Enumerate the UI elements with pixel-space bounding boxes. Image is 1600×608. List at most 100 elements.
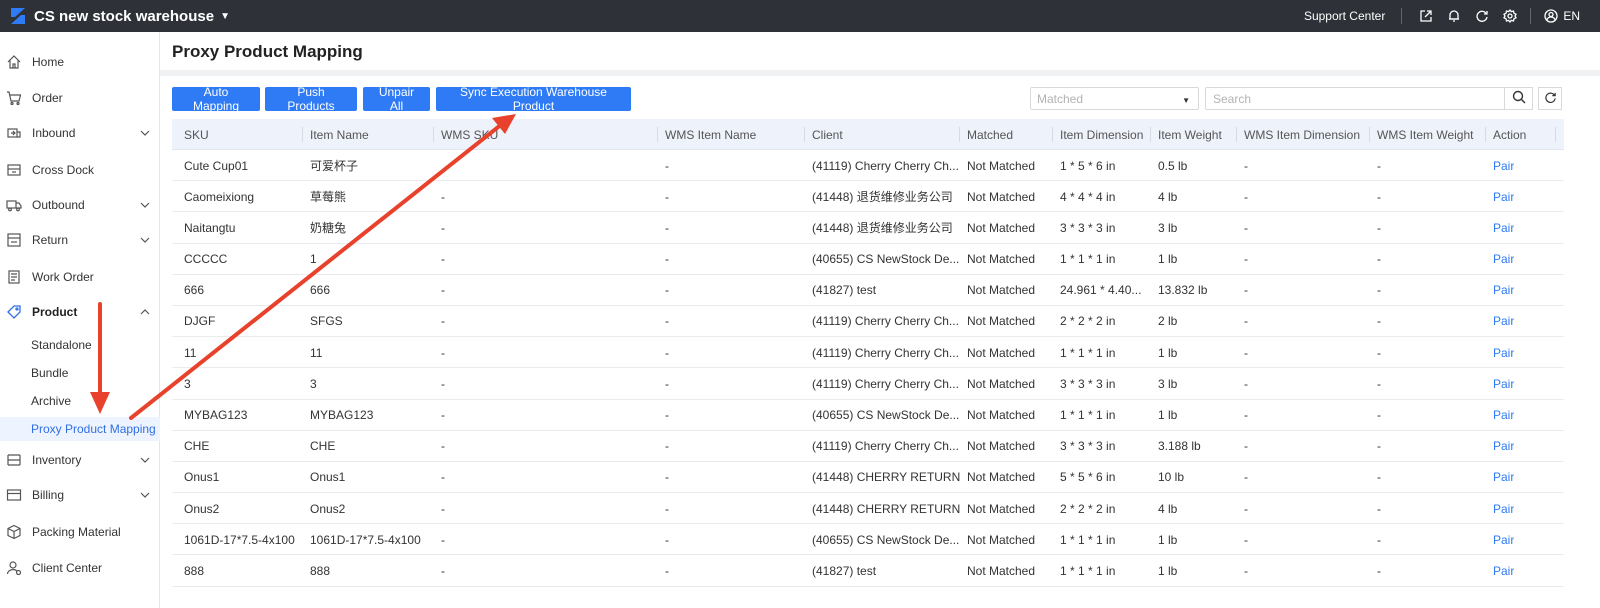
- pair-link[interactable]: Pair: [1493, 431, 1514, 462]
- tag-icon: [5, 303, 23, 321]
- sidebar-item-order[interactable]: Order: [0, 83, 160, 113]
- pair-link[interactable]: Pair: [1493, 244, 1514, 275]
- return-icon: [5, 231, 23, 249]
- table-cell: -: [1377, 314, 1381, 329]
- pair-link[interactable]: Pair: [1493, 368, 1514, 399]
- table-cell: -: [441, 252, 445, 267]
- sidebar-item-home[interactable]: Home: [0, 47, 160, 77]
- table-cell: -: [1377, 501, 1381, 516]
- pair-link[interactable]: Pair: [1493, 150, 1514, 181]
- warehouse-selector[interactable]: CS new stock warehouse ▼: [34, 8, 230, 25]
- table-cell: 1 * 1 * 1 in: [1060, 532, 1116, 547]
- pair-link[interactable]: Pair: [1493, 181, 1514, 212]
- pair-link[interactable]: Pair: [1493, 462, 1514, 493]
- table-cell: 1 lb: [1158, 345, 1178, 360]
- table-cell: 1 lb: [1158, 532, 1178, 547]
- sidebar-sub-label: Bundle: [31, 366, 69, 380]
- push-products-button[interactable]: Push Products: [265, 85, 357, 113]
- sidebar-item-work-order[interactable]: Work Order: [0, 262, 160, 292]
- table-cell: -: [665, 283, 669, 298]
- column-header: Client: [812, 127, 843, 142]
- pair-link[interactable]: Pair: [1493, 493, 1514, 524]
- pair-link[interactable]: Pair: [1493, 275, 1514, 306]
- table-cell: Not Matched: [967, 283, 1036, 298]
- table-cell: DJGF: [184, 314, 216, 329]
- table-cell: 4 lb: [1158, 189, 1178, 204]
- pair-link[interactable]: Pair: [1493, 524, 1514, 555]
- logo-icon[interactable]: [6, 4, 30, 28]
- search-button[interactable]: [1504, 87, 1533, 110]
- sidebar-sub-proxy-product-mapping[interactable]: Proxy Product Mapping: [0, 417, 160, 441]
- table-cell: Not Matched: [967, 532, 1036, 547]
- table-cell: -: [665, 470, 669, 485]
- table-cell: 3 * 3 * 3 in: [1060, 220, 1116, 235]
- sidebar-sub-standalone[interactable]: Standalone: [0, 333, 160, 357]
- table-cell: -: [441, 408, 445, 422]
- table-cell: (41448) 退货维修业务公司: [812, 221, 953, 236]
- sidebar-item-packing-material[interactable]: Packing Material: [0, 517, 160, 547]
- table-cell: Onus2: [184, 501, 220, 516]
- pair-link[interactable]: Pair: [1493, 555, 1514, 586]
- table-row: MYBAG123 MYBAG123 - - (40655) CS NewStock De…: [172, 400, 1564, 431]
- share-icon[interactable]: [1418, 8, 1434, 24]
- settings-icon[interactable]: [1502, 8, 1518, 24]
- table-cell: 11: [184, 345, 197, 360]
- sidebar-item-inbound[interactable]: Inbound: [0, 118, 160, 148]
- table-cell: 1 * 1 * 1 in: [1060, 345, 1116, 360]
- auto-mapping-button[interactable]: Auto Mapping: [172, 85, 260, 113]
- table-cell: -: [1244, 376, 1248, 391]
- sidebar-item-inventory[interactable]: Inventory: [0, 445, 160, 475]
- table-cell: SFGS: [310, 314, 343, 329]
- main-content: Proxy Product Mapping Auto Mapping Push …: [160, 32, 1600, 608]
- title-divider: [160, 70, 1600, 76]
- column-divider: [1150, 127, 1151, 142]
- pair-link[interactable]: Pair: [1493, 212, 1514, 243]
- table-cell: -: [665, 563, 669, 578]
- sidebar-item-label: Cross Dock: [32, 163, 95, 177]
- table-cell: 2 * 2 * 2 in: [1060, 501, 1116, 516]
- table-cell: 3 * 3 * 3 in: [1060, 439, 1116, 454]
- sidebar-item-cross-dock[interactable]: Cross Dock: [0, 155, 160, 185]
- sidebar-sub-bundle[interactable]: Bundle: [0, 361, 160, 385]
- table-cell: -: [1244, 345, 1248, 360]
- sidebar-sub-label: Archive: [31, 394, 72, 408]
- page-title: Proxy Product Mapping: [172, 42, 363, 61]
- refresh-icon[interactable]: [1474, 8, 1490, 24]
- pair-link[interactable]: Pair: [1493, 337, 1514, 368]
- matched-filter-select[interactable]: Matched ▼: [1030, 87, 1199, 110]
- sidebar-item-billing[interactable]: Billing: [0, 480, 160, 510]
- table-row: 1061D-17*7.5-4x100 1061D-17*7.5-4x100 - - (4…: [172, 524, 1564, 556]
- table-cell: 24.961 * 4.40...: [1060, 283, 1142, 298]
- table-cell: Naitangtu: [184, 220, 236, 235]
- language-selector[interactable]: EN: [1543, 8, 1580, 24]
- sync-execution-warehouse-product-button[interactable]: Sync Execution Warehouse Product: [436, 85, 631, 113]
- table-cell: -: [1377, 376, 1381, 391]
- table-cell: Cute Cup01: [184, 158, 249, 173]
- table-row: CHE CHE - - (41119) Cherry Cherry Ch... Not M…: [172, 431, 1564, 462]
- table-cell: 666: [310, 283, 331, 298]
- bell-icon[interactable]: [1446, 8, 1462, 24]
- table-row: CCCCC 1 - - (40655) CS NewStock De... Not Mat…: [172, 244, 1564, 275]
- unpair-all-button[interactable]: Unpair All: [363, 85, 430, 113]
- sidebar-item-label: Product: [32, 305, 78, 319]
- table-cell: 3: [184, 376, 191, 391]
- column-header: WMS Item Name: [665, 127, 757, 142]
- sidebar-item-label: Work Order: [32, 270, 94, 284]
- sidebar-item-outbound[interactable]: Outbound: [0, 190, 160, 220]
- sidebar-item-return[interactable]: Return: [0, 225, 160, 255]
- pair-link[interactable]: Pair: [1493, 400, 1514, 431]
- pair-link[interactable]: Pair: [1493, 306, 1514, 337]
- sidebar-sub-label: Standalone: [31, 338, 92, 352]
- sidebar-item-product[interactable]: Product: [0, 297, 160, 327]
- search-input[interactable]: [1205, 87, 1505, 110]
- table-cell: Not Matched: [967, 314, 1036, 329]
- table-refresh-button[interactable]: [1538, 87, 1562, 110]
- support-center-link[interactable]: Support Center: [1304, 9, 1385, 23]
- table-cell: 奶糖兔: [310, 221, 347, 236]
- sidebar-item-client-center[interactable]: Client Center: [0, 553, 160, 583]
- table-cell: -: [441, 501, 445, 516]
- table-cell: Not Matched: [967, 376, 1036, 391]
- table-cell: -: [665, 408, 669, 422]
- sidebar-sub-archive[interactable]: Archive: [0, 389, 160, 413]
- table-cell: 1 * 1 * 1 in: [1060, 563, 1116, 578]
